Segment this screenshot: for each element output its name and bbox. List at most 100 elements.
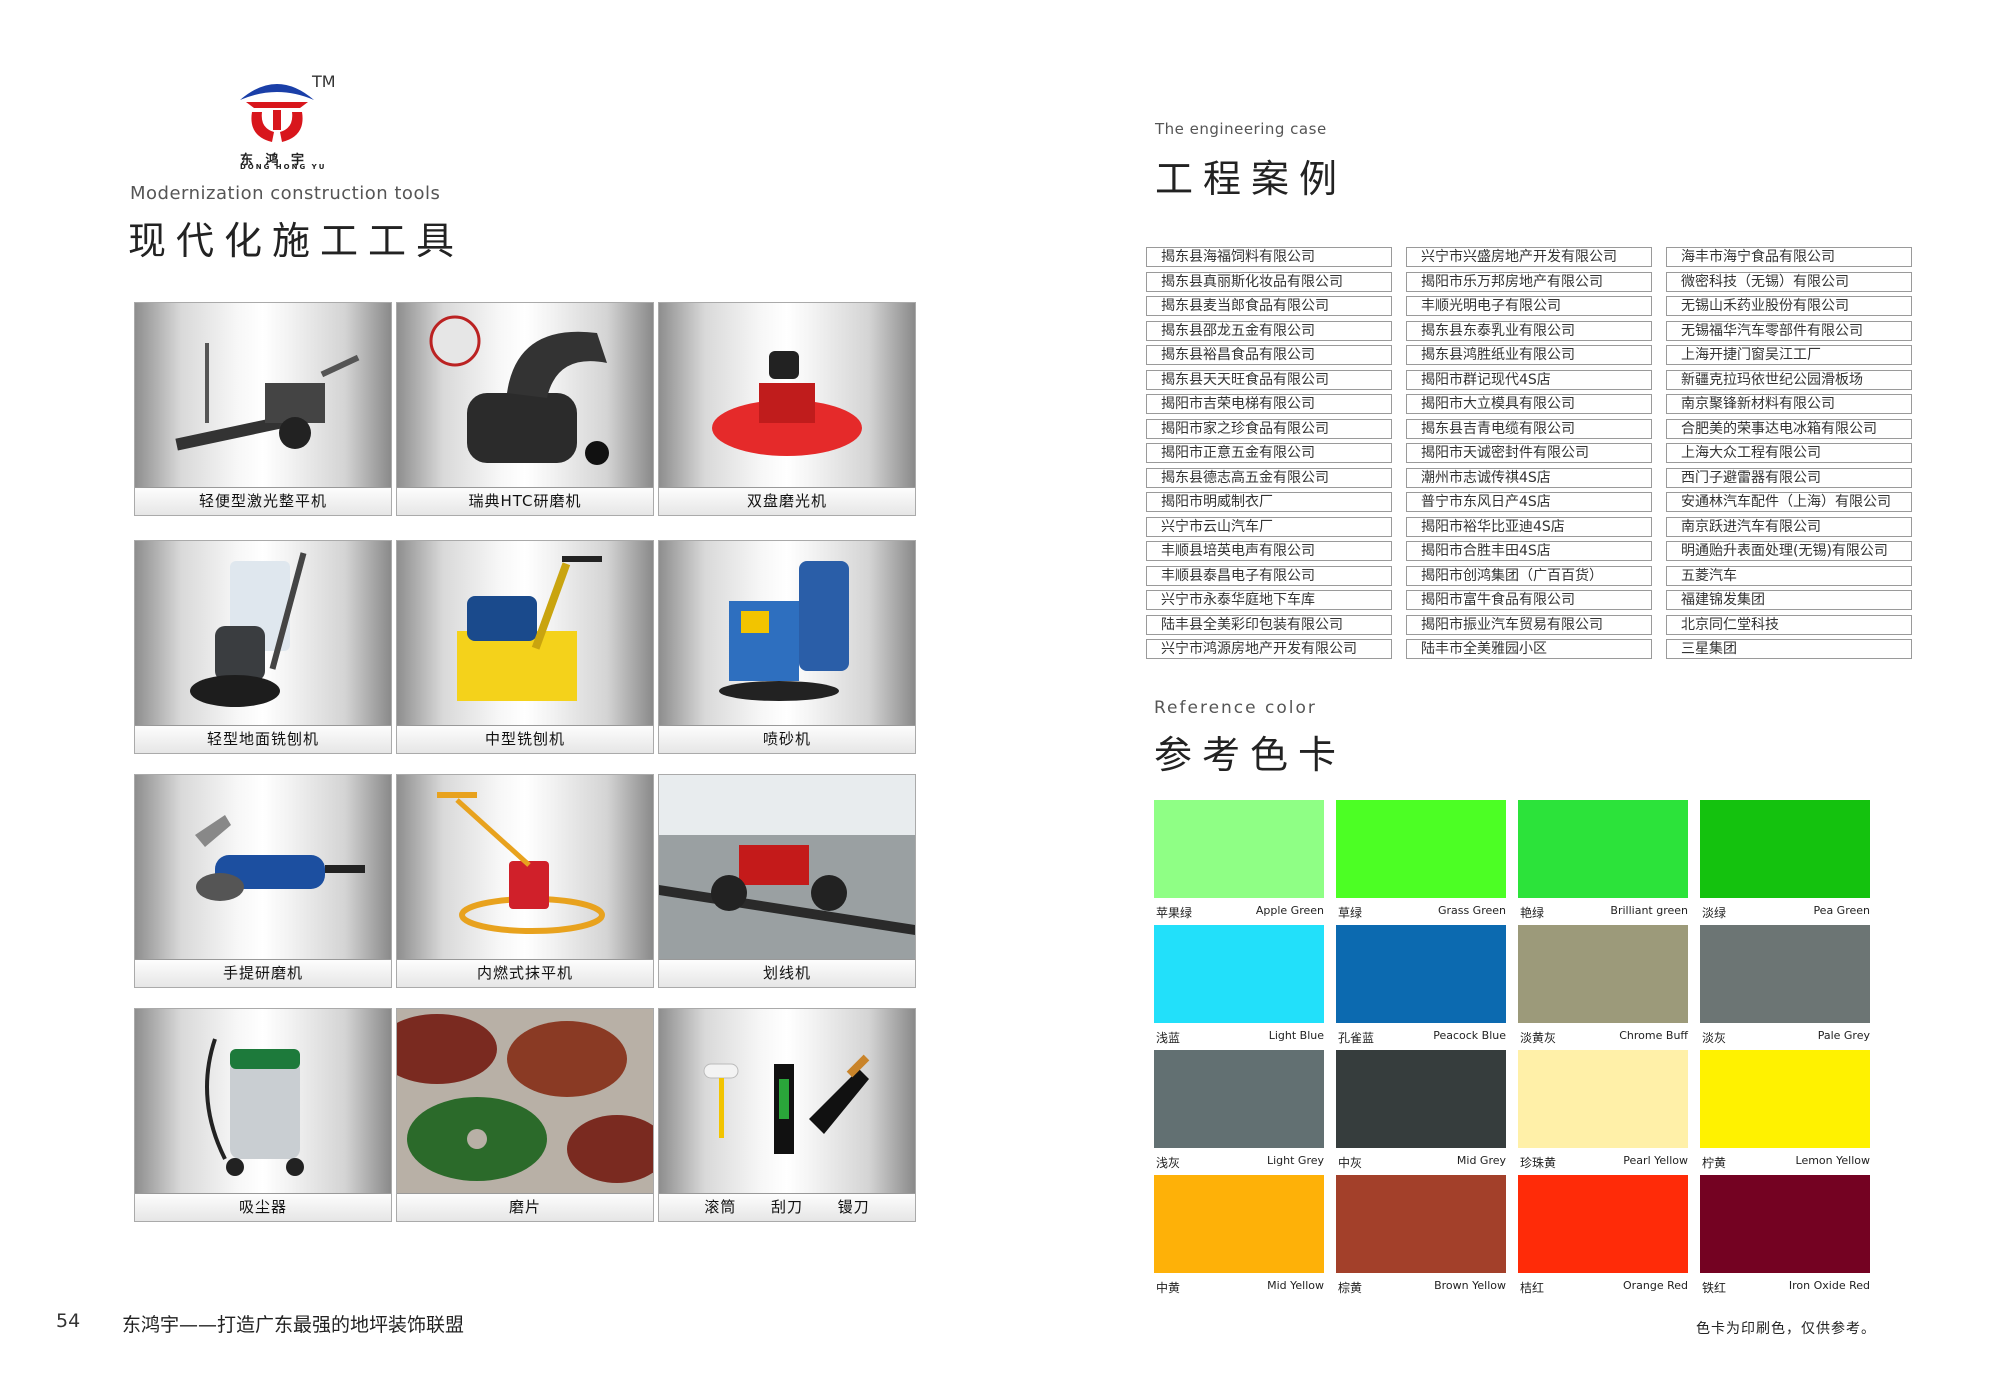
case-item: 揭东县天天旺食品有限公司 [1146, 369, 1392, 390]
cases-column-1: 揭东县海福饲料有限公司 揭东县真丽斯化妆品有限公司 揭东县麦当郎食品有限公司 揭东县邵… [1146, 247, 1392, 664]
swatch-name-cn: 桔红 [1520, 1281, 1545, 1295]
swatch-name-cn: 中灰 [1338, 1156, 1363, 1170]
swatch-name-en: Peacock Blue [1433, 1029, 1506, 1042]
case-item: 揭东县麦当郎食品有限公司 [1146, 296, 1392, 316]
color-swatch [1336, 1175, 1506, 1273]
colors-title-en: Reference color [1154, 698, 1317, 718]
laser-screed-image [135, 303, 391, 487]
swatch-name-en: Mid Yellow [1267, 1279, 1324, 1292]
case-item: 揭阳市群记现代4S店 [1406, 369, 1652, 390]
swatch-name-cn: 棕黄 [1338, 1281, 1363, 1295]
color-swatch [1336, 1050, 1506, 1148]
color-swatch [1154, 800, 1324, 898]
tool-label: 手提研磨机 [135, 959, 391, 987]
line-marker-image [659, 775, 915, 959]
swatch-name-cn: 草绿 [1338, 906, 1363, 920]
left-page: TM 东 鸿 宇 DONG HONG YU Modernization cons… [0, 0, 1006, 1375]
tool-card: 内燃式抹平机 [396, 774, 654, 988]
hand-grinder-image [135, 775, 391, 959]
cases-title-cn: 工程案例 [1155, 157, 1348, 201]
swatch-name-cn: 淡绿 [1702, 906, 1727, 920]
swatch-name-cn: 柠黄 [1702, 1156, 1727, 1170]
page-number: 54 [56, 1310, 81, 1332]
case-item: 揭阳市振业汽车贸易有限公司 [1406, 614, 1652, 635]
case-item: 普宁市东风日产4S店 [1406, 492, 1652, 512]
power-trowel-image [397, 775, 653, 959]
case-item: 西门子避雷器有限公司 [1666, 467, 1912, 488]
case-item: 揭阳市家之珍食品有限公司 [1146, 418, 1392, 439]
swatch-name-en: Brilliant green [1610, 904, 1688, 917]
case-item: 揭阳市裕华比亚迪4S店 [1406, 516, 1652, 537]
case-item: 潮州市志诚传祺4S店 [1406, 467, 1652, 488]
color-swatch [1700, 1050, 1870, 1148]
swatch-name-en: Lemon Yellow [1795, 1154, 1870, 1167]
case-item: 揭阳市乐万邦房地产有限公司 [1406, 271, 1652, 292]
cases-title-en: The engineering case [1155, 120, 1327, 138]
medium-scarifier-image [397, 541, 653, 725]
trademark-symbol: TM [312, 72, 336, 91]
swatch-name-en: Light Blue [1268, 1029, 1324, 1042]
swatch-name-cn: 中黄 [1156, 1281, 1181, 1295]
case-item: 兴宁市鸿源房地产开发有限公司 [1146, 639, 1392, 659]
swatch-name-cn: 浅灰 [1156, 1156, 1181, 1170]
tool-label: 磨片 [397, 1193, 653, 1221]
swatch-name-cn: 艳绿 [1520, 906, 1545, 920]
case-item: 揭东县海福饲料有限公司 [1146, 247, 1392, 267]
color-swatch [1700, 1175, 1870, 1273]
swatch-name-cn: 珍珠黄 [1520, 1156, 1557, 1170]
double-trowel-image [659, 303, 915, 487]
cases-column-2: 兴宁市兴盛房地产开发有限公司 揭阳市乐万邦房地产有限公司 丰顺光明电子有限公司 揭东县… [1406, 247, 1652, 664]
case-item: 揭阳市合胜丰田4S店 [1406, 541, 1652, 561]
swatch-name-en: Light Grey [1266, 1154, 1324, 1167]
case-item: 揭东县真丽斯化妆品有限公司 [1146, 271, 1392, 292]
shot-blaster-image [659, 541, 915, 725]
case-item: 安通林汽车配件（上海）有限公司 [1666, 492, 1912, 512]
tool-label: 吸尘器 [135, 1193, 391, 1221]
color-swatch [1154, 1175, 1324, 1273]
case-item: 陆丰县全美彩印包装有限公司 [1146, 614, 1392, 635]
swatch-name-en: Orange Red [1622, 1279, 1688, 1292]
swatch-name-cn: 孔雀蓝 [1338, 1031, 1375, 1045]
case-item: 五菱汽车 [1666, 565, 1912, 586]
case-item: 揭阳市正意五金有限公司 [1146, 443, 1392, 463]
case-item: 揭东县吉青电缆有限公司 [1406, 418, 1652, 439]
color-swatch [1336, 800, 1506, 898]
tool-card: 瑞典HTC研磨机 [396, 302, 654, 516]
case-item: 揭东县德志高五金有限公司 [1146, 467, 1392, 488]
case-item: 揭东县裕昌食品有限公司 [1146, 345, 1392, 365]
tool-card: 滚筒 刮刀 镘刀 [658, 1008, 916, 1222]
color-swatch [1518, 1050, 1688, 1148]
case-item: 合肥美的荣事达电冰箱有限公司 [1666, 418, 1912, 439]
tool-card: 轻便型激光整平机 [134, 302, 392, 516]
case-item: 丰顺光明电子有限公司 [1406, 296, 1652, 316]
case-item: 海丰市海宁食品有限公司 [1666, 247, 1912, 267]
case-item: 揭东县邵龙五金有限公司 [1146, 320, 1392, 341]
case-item: 兴宁市兴盛房地产开发有限公司 [1406, 247, 1652, 267]
case-item: 丰顺县泰昌电子有限公司 [1146, 565, 1392, 586]
colors-title-cn: 参考色卡 [1154, 733, 1347, 777]
swatch-name-en: Pale Grey [1817, 1029, 1870, 1042]
case-item: 上海大众工程有限公司 [1666, 443, 1912, 463]
swatch-name-cn: 淡黄灰 [1520, 1031, 1557, 1045]
tool-label: 滚筒 刮刀 镘刀 [659, 1193, 915, 1221]
case-item: 揭东县东泰乳业有限公司 [1406, 320, 1652, 341]
case-item: 上海开捷门窗吴江工厂 [1666, 345, 1912, 365]
case-item: 丰顺县培英电声有限公司 [1146, 541, 1392, 561]
vacuum-image [135, 1009, 391, 1193]
color-swatch [1336, 925, 1506, 1023]
tool-card: 双盘磨光机 [658, 302, 916, 516]
tool-card: 划线机 [658, 774, 916, 988]
tool-card: 手提研磨机 [134, 774, 392, 988]
case-item: 揭阳市明威制衣厂 [1146, 492, 1392, 512]
case-item: 北京同仁堂科技 [1666, 614, 1912, 635]
case-item: 无锡福华汽车零部件有限公司 [1666, 320, 1912, 341]
case-item: 兴宁市云山汽车厂 [1146, 516, 1392, 537]
case-item: 揭阳市天诚密封件有限公司 [1406, 443, 1652, 463]
color-swatch [1700, 925, 1870, 1023]
case-item: 揭阳市大立模具有限公司 [1406, 394, 1652, 414]
tool-label: 轻型地面铣刨机 [135, 725, 391, 753]
case-item: 兴宁市永泰华庭地下车库 [1146, 590, 1392, 610]
case-item: 揭阳市吉荣电梯有限公司 [1146, 394, 1392, 414]
logo-mark-icon [240, 84, 314, 142]
case-item: 南京跃进汽车有限公司 [1666, 516, 1912, 537]
